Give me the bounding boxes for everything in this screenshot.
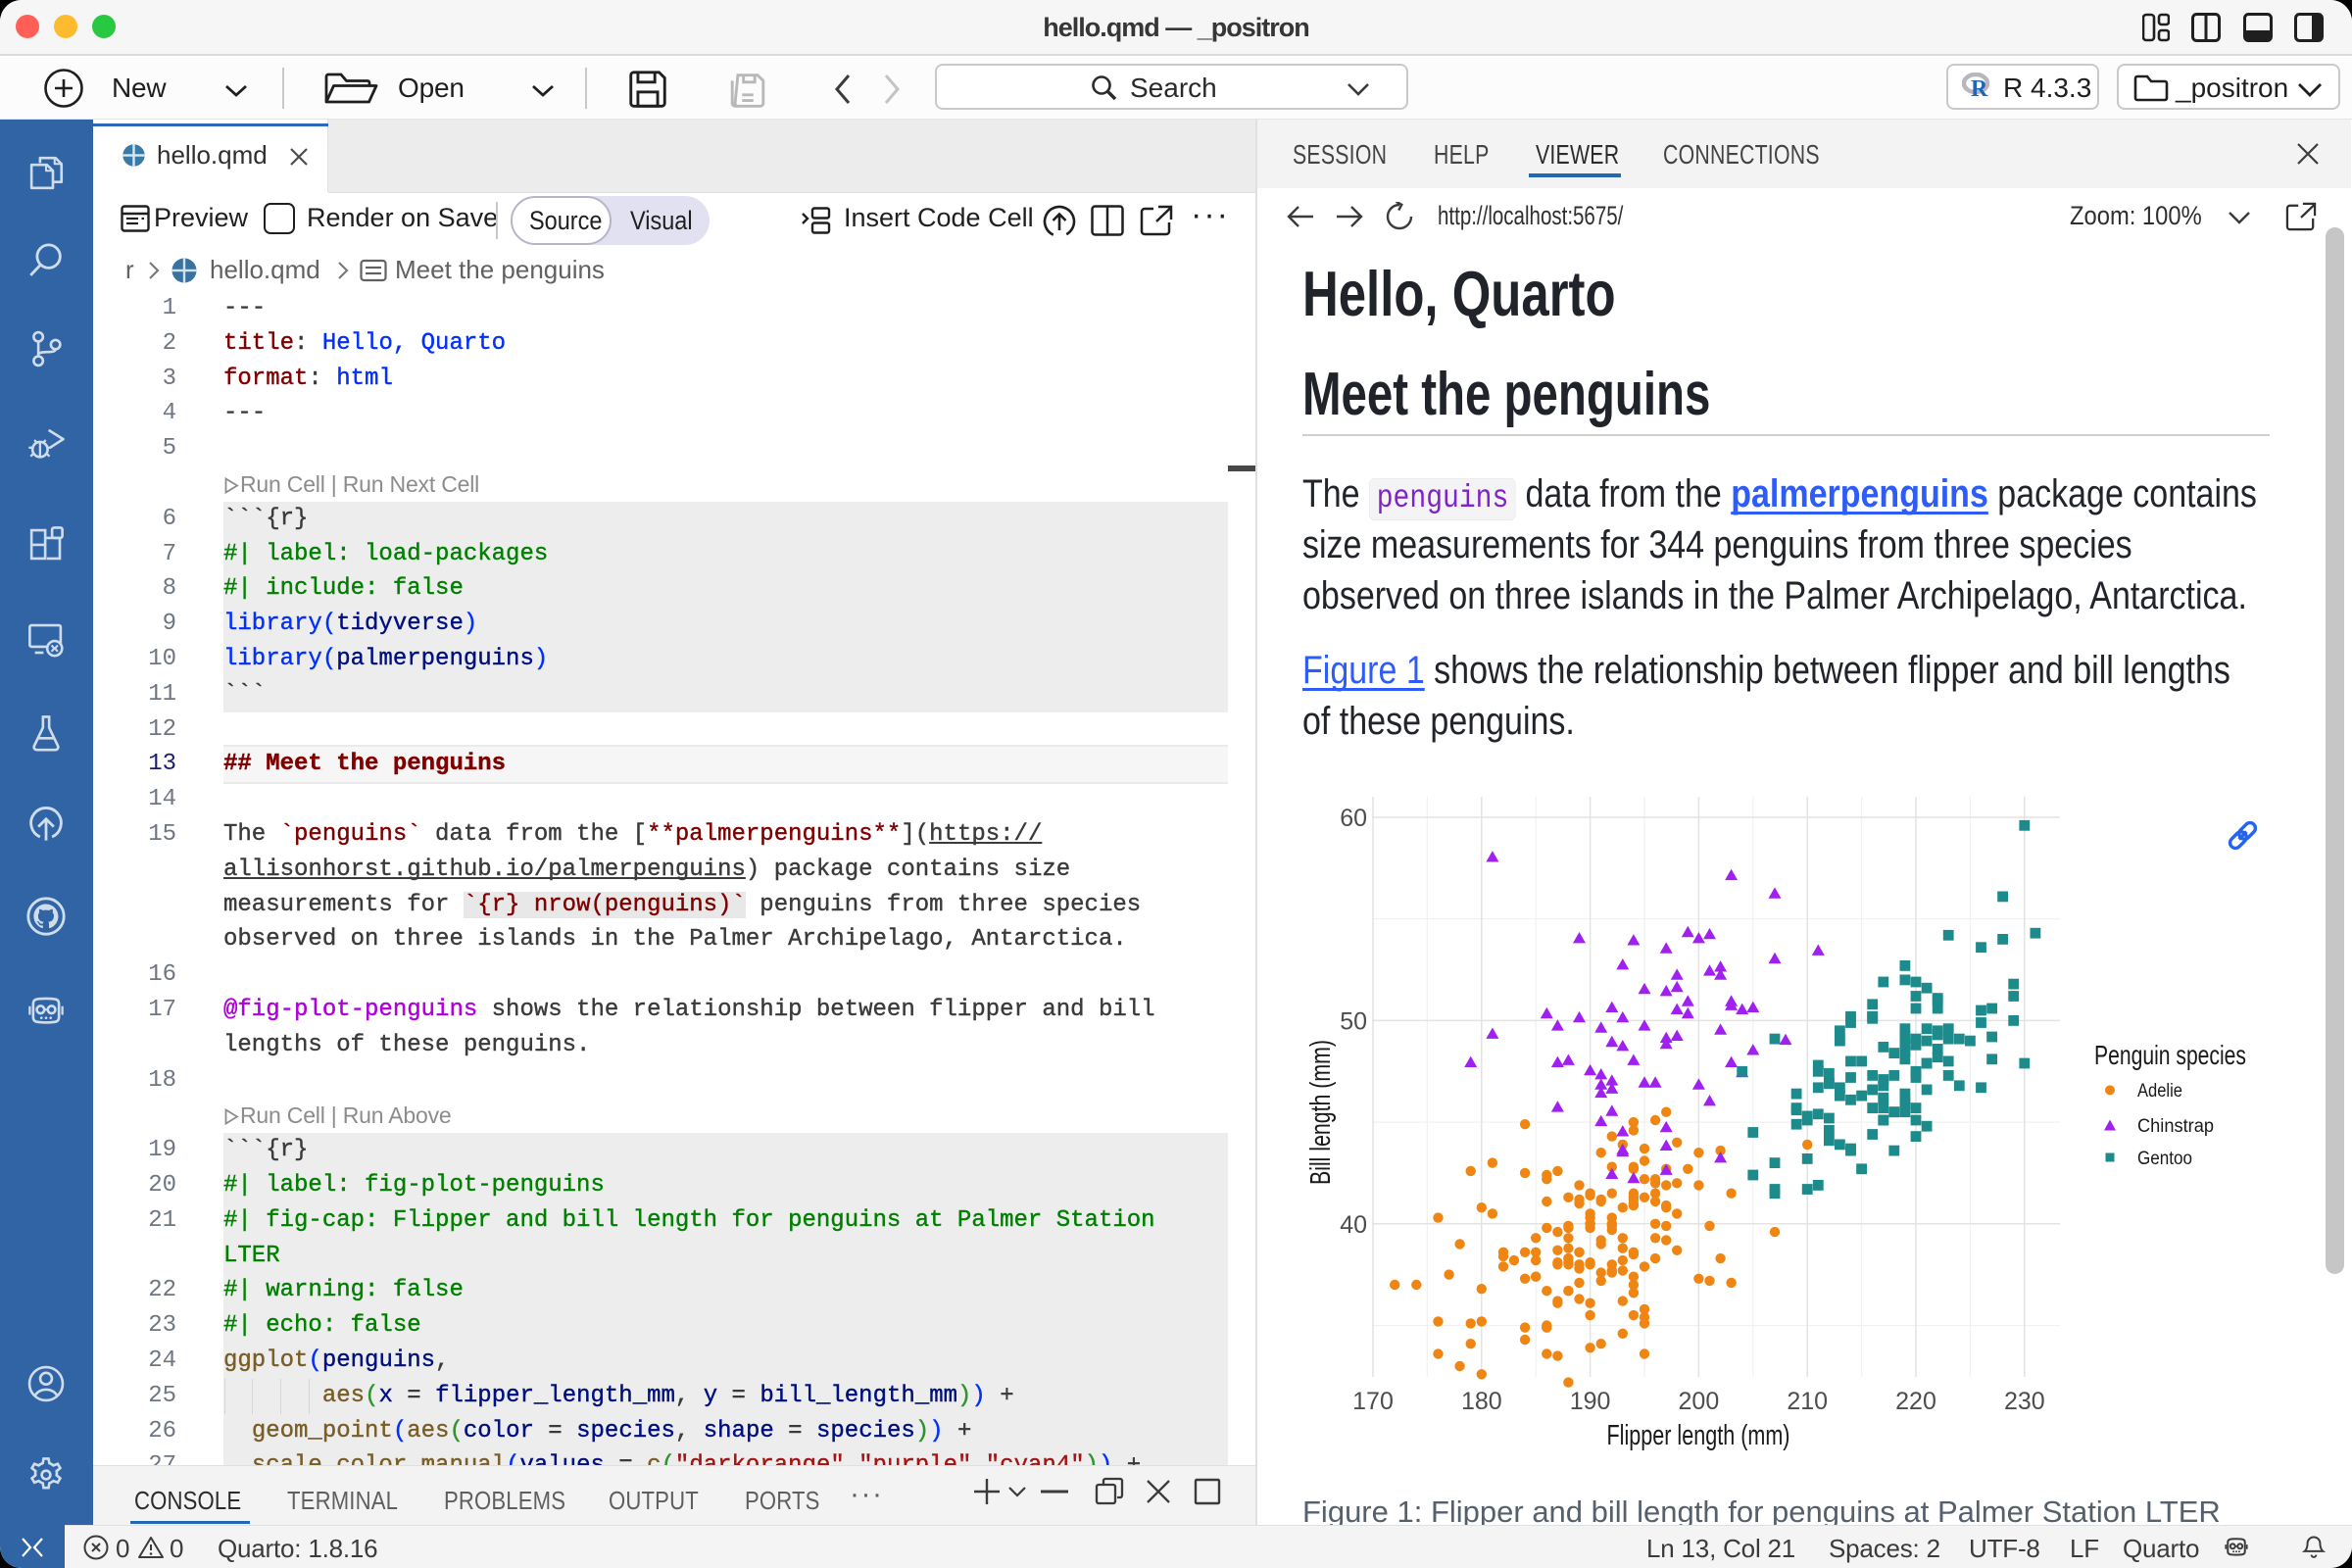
svg-text:Flipper length (mm): Flipper length (mm) <box>1607 1420 1790 1451</box>
svg-text:210: 210 <box>1787 1388 1828 1415</box>
svg-text:Penguin species: Penguin species <box>2094 1040 2246 1070</box>
svg-text:170: 170 <box>1352 1388 1394 1415</box>
svg-text:180: 180 <box>1461 1388 1502 1415</box>
svg-text:Adelie: Adelie <box>2137 1081 2182 1102</box>
svg-text:230: 230 <box>2004 1388 2045 1415</box>
svg-text:220: 220 <box>1895 1388 1936 1415</box>
svg-text:200: 200 <box>1679 1388 1720 1415</box>
svg-text:50: 50 <box>1340 1007 1367 1035</box>
svg-text:Chinstrap: Chinstrap <box>2137 1116 2214 1137</box>
svg-text:Bill length (mm): Bill length (mm) <box>1305 1040 1337 1185</box>
svg-text:40: 40 <box>1340 1211 1367 1239</box>
svg-text:190: 190 <box>1570 1388 1611 1415</box>
svg-text:R: R <box>1971 76 1988 98</box>
svg-text:Gentoo: Gentoo <box>2137 1149 2192 1169</box>
svg-text:60: 60 <box>1340 805 1367 832</box>
